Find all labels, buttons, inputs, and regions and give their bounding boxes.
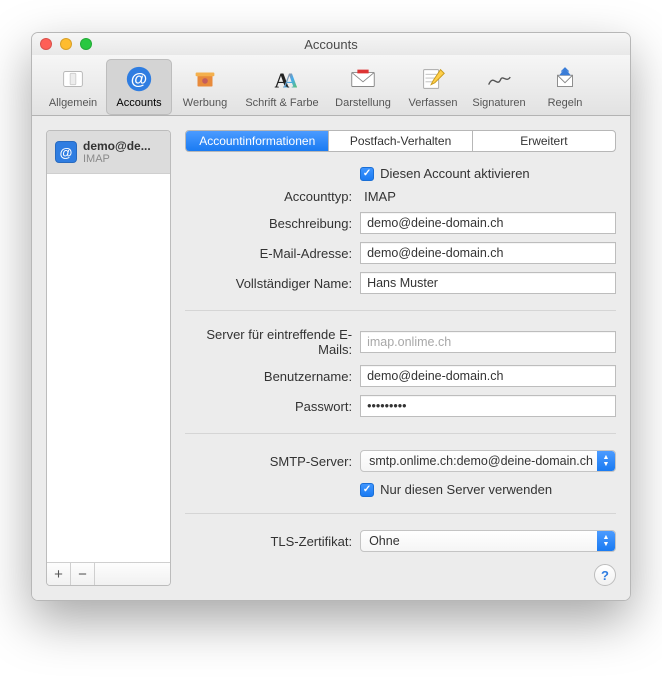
username-input[interactable] (360, 365, 616, 387)
tab-mailbox-behavior[interactable]: Postfach-Verhalten (329, 131, 472, 151)
toolbar-viewing[interactable]: Darstellung (326, 59, 400, 115)
help-button[interactable]: ? (594, 564, 616, 586)
minimize-window-button[interactable] (60, 38, 72, 50)
smtp-server-label: SMTP-Server: (185, 454, 360, 469)
fullname-input[interactable] (360, 272, 616, 294)
account-type-value: IMAP (360, 189, 396, 204)
svg-text:A: A (283, 70, 297, 92)
smtp-server-select[interactable]: smtp.onlime.ch:demo@deine-domain.ch ▲▼ (360, 450, 616, 472)
preferences-toolbar: Allgemein @ Accounts Werbung A A Schrift… (32, 55, 630, 116)
preferences-window: Accounts Allgemein @ Accounts Werbung A (31, 32, 631, 601)
accounts-sidebar: @ demo@de... IMAP + − (46, 130, 171, 586)
at-icon: @ (123, 63, 155, 95)
check-icon: ✓ (360, 483, 374, 497)
window-controls (40, 38, 92, 50)
toolbar-label: Verfassen (409, 97, 458, 109)
add-account-button[interactable]: + (47, 563, 71, 585)
toolbar-label: Allgemein (49, 97, 97, 109)
divider (185, 310, 616, 311)
window-title: Accounts (32, 37, 630, 52)
tls-cert-value: Ohne (369, 534, 400, 548)
account-list-item[interactable]: @ demo@de... IMAP (47, 131, 170, 174)
paper-pencil-icon (417, 63, 449, 95)
use-only-this-server-label: Nur diesen Server verwenden (380, 482, 552, 497)
switch-icon (57, 63, 89, 95)
email-input[interactable] (360, 242, 616, 264)
at-icon: @ (55, 141, 77, 163)
divider (185, 513, 616, 514)
svg-text:@: @ (131, 70, 147, 89)
email-label: E-Mail-Adresse: (185, 246, 360, 261)
envelope-icon (347, 63, 379, 95)
fullname-label: Vollständiger Name: (185, 276, 360, 291)
toolbar-rules[interactable]: Regeln (532, 59, 598, 115)
content-area: @ demo@de... IMAP + − Accountinformation… (32, 116, 630, 600)
close-window-button[interactable] (40, 38, 52, 50)
account-list[interactable]: @ demo@de... IMAP (47, 131, 170, 562)
toolbar-fonts[interactable]: A A Schrift & Farbe (238, 59, 326, 115)
toolbar-signatures[interactable]: Signaturen (466, 59, 532, 115)
account-type-label: Accounttyp: (185, 189, 360, 204)
account-name: demo@de... (83, 139, 151, 153)
check-icon: ✓ (360, 167, 374, 181)
toolbar-junk[interactable]: Werbung (172, 59, 238, 115)
password-input[interactable] (360, 395, 616, 417)
use-only-this-server-checkbox[interactable]: ✓ Nur diesen Server verwenden (360, 482, 552, 497)
toolbar-label: Schrift & Farbe (245, 97, 318, 109)
remove-account-button[interactable]: − (71, 563, 95, 585)
signature-icon (483, 63, 515, 95)
description-input[interactable] (360, 212, 616, 234)
toolbar-general[interactable]: Allgemein (40, 59, 106, 115)
sidebar-footer: + − (47, 562, 170, 585)
font-icon: A A (266, 63, 298, 95)
trash-icon (189, 63, 221, 95)
toolbar-label: Regeln (548, 97, 583, 109)
account-type: IMAP (83, 153, 151, 165)
incoming-server-label: Server für eintreffende E-Mails: (185, 327, 360, 357)
toolbar-accounts[interactable]: @ Accounts (106, 59, 172, 115)
smtp-server-value: smtp.onlime.ch:demo@deine-domain.ch (369, 454, 593, 468)
toolbar-label: Werbung (183, 97, 227, 109)
tab-account-info[interactable]: Accountinformationen (186, 131, 329, 151)
incoming-server-input (360, 331, 616, 353)
toolbar-label: Signaturen (472, 97, 525, 109)
rules-icon (549, 63, 581, 95)
toolbar-label: Darstellung (335, 97, 391, 109)
titlebar[interactable]: Accounts (32, 33, 630, 55)
username-label: Benutzername: (185, 369, 360, 384)
tls-cert-select[interactable]: Ohne ▲▼ (360, 530, 616, 552)
updown-icon: ▲▼ (597, 531, 615, 551)
account-detail-pane: Accountinformationen Postfach-Verhalten … (185, 130, 616, 586)
updown-icon: ▲▼ (597, 451, 615, 471)
tls-cert-label: TLS-Zertifikat: (185, 534, 360, 549)
enable-account-checkbox[interactable]: ✓ Diesen Account aktivieren (360, 166, 530, 181)
toolbar-compose[interactable]: Verfassen (400, 59, 466, 115)
account-tabs: Accountinformationen Postfach-Verhalten … (185, 130, 616, 152)
account-form: ✓ Diesen Account aktivieren Accounttyp: … (185, 164, 616, 586)
zoom-window-button[interactable] (80, 38, 92, 50)
divider (185, 433, 616, 434)
password-label: Passwort: (185, 399, 360, 414)
enable-account-label: Diesen Account aktivieren (380, 166, 530, 181)
description-label: Beschreibung: (185, 216, 360, 231)
tab-advanced[interactable]: Erweitert (473, 131, 615, 151)
toolbar-label: Accounts (116, 97, 161, 109)
